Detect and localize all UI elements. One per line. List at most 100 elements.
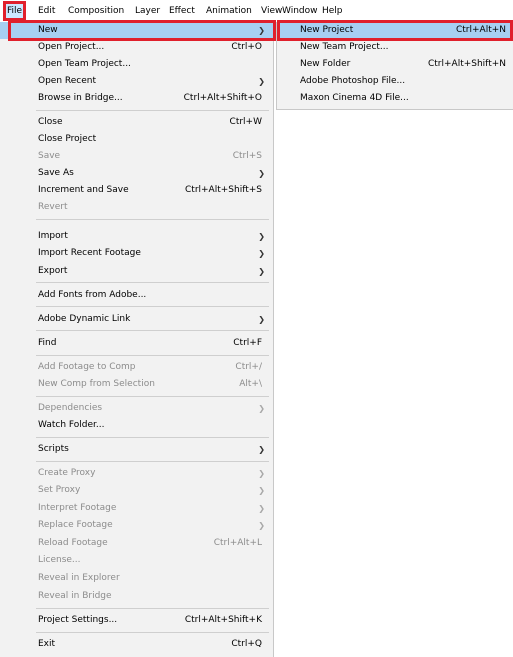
chevron-right-icon: ❯ — [258, 26, 265, 35]
menu-item-label: Revert — [38, 202, 68, 212]
menu-item-label: Open Recent — [38, 76, 97, 86]
menu-item-replace-footage[interactable]: Replace Footage ❯ — [0, 517, 274, 534]
menu-separator — [36, 306, 269, 307]
menu-item-set-proxy[interactable]: Set Proxy ❯ — [0, 482, 274, 499]
menu-item-import-recent-footage[interactable]: Import Recent Footage ❯ — [0, 245, 274, 262]
menu-item-reload-footage[interactable]: Reload Footage Ctrl+Alt+L — [0, 535, 274, 552]
menu-item-label: Interpret Footage — [38, 503, 117, 513]
menu-item-save-as[interactable]: Save As ❯ — [0, 165, 274, 182]
menu-item-shortcut: Ctrl+/ — [235, 362, 262, 372]
menu-item-shortcut: Ctrl+F — [233, 338, 262, 348]
menu-item-label: Scripts — [38, 444, 69, 454]
chevron-right-icon: ❯ — [258, 315, 265, 324]
menu-item-shortcut: Ctrl+Alt+Shift+S — [185, 185, 262, 195]
menu-item-label: Open Team Project... — [38, 59, 131, 69]
menu-item-label: New Project — [300, 25, 354, 35]
menu-item-label: Dependencies — [38, 403, 103, 413]
submenu-item-new-project[interactable]: New Project Ctrl+Alt+N — [277, 22, 513, 39]
menu-animation[interactable]: Animation — [206, 4, 252, 18]
menu-item-export[interactable]: Export ❯ — [0, 263, 274, 280]
menu-item-label: Add Footage to Comp — [38, 362, 136, 372]
menu-item-add-footage-to-comp[interactable]: Add Footage to Comp Ctrl+/ — [0, 359, 274, 376]
menu-item-project-settings[interactable]: Project Settings... Ctrl+Alt+Shift+K — [0, 612, 274, 629]
menu-item-label: Add Fonts from Adobe... — [38, 290, 147, 300]
menu-item-revert[interactable]: Revert — [0, 199, 274, 216]
menu-item-shortcut: Ctrl+Alt+Shift+N — [427, 59, 506, 69]
menu-item-dependencies[interactable]: Dependencies ❯ — [0, 400, 274, 417]
menu-item-increment-and-save[interactable]: Increment and Save Ctrl+Alt+Shift+S — [0, 182, 274, 199]
menu-item-watch-folder[interactable]: Watch Folder... — [0, 417, 274, 434]
menu-file[interactable]: File — [2, 1, 27, 21]
new-submenu: New Project Ctrl+Alt+N New Team Project.… — [276, 22, 513, 110]
menu-effect[interactable]: Effect — [169, 4, 195, 18]
menu-item-close[interactable]: Close Ctrl+W — [0, 114, 274, 131]
menu-item-interpret-footage[interactable]: Interpret Footage ❯ — [0, 500, 274, 517]
menu-item-exit[interactable]: Exit Ctrl+Q — [0, 636, 274, 653]
menu-item-new[interactable]: New ❯ — [0, 22, 274, 39]
menu-window[interactable]: Window — [282, 4, 318, 18]
menu-item-label: Save As — [38, 168, 74, 178]
menu-item-label: Adobe Photoshop File... — [300, 76, 406, 86]
menu-view[interactable]: View — [261, 4, 282, 18]
menu-separator — [36, 355, 269, 356]
menu-item-shortcut: Ctrl+W — [229, 117, 262, 127]
menu-item-create-proxy[interactable]: Create Proxy ❯ — [0, 465, 274, 482]
menu-separator — [36, 282, 269, 283]
chevron-right-icon: ❯ — [258, 486, 265, 495]
menu-item-label: Adobe Dynamic Link — [38, 314, 131, 324]
menu-item-license[interactable]: License... — [0, 552, 274, 569]
menu-item-label: Maxon Cinema 4D File... — [300, 93, 409, 103]
menu-item-shortcut: Alt+\ — [239, 379, 262, 389]
submenu-item-new-folder[interactable]: New Folder Ctrl+Alt+Shift+N — [277, 56, 513, 73]
menu-separator — [36, 437, 269, 438]
menu-item-shortcut: Ctrl+Alt+Shift+O — [183, 93, 262, 103]
menu-item-browse-in-bridge[interactable]: Browse in Bridge... Ctrl+Alt+Shift+O — [0, 90, 274, 107]
menu-item-save[interactable]: Save Ctrl+S — [0, 148, 274, 165]
menu-composition[interactable]: Composition — [68, 4, 124, 18]
menu-layer[interactable]: Layer — [135, 4, 160, 18]
menu-item-scripts[interactable]: Scripts ❯ — [0, 441, 274, 458]
menu-item-label: Set Proxy — [38, 485, 81, 495]
file-menu: New ❯ Open Project... Ctrl+O Open Team P… — [0, 22, 274, 657]
menu-item-label: Import Recent Footage — [38, 248, 141, 258]
submenu-item-maxon-cinema-4d-file[interactable]: Maxon Cinema 4D File... — [277, 90, 513, 107]
menu-item-add-fonts-from-adobe[interactable]: Add Fonts from Adobe... — [0, 287, 274, 304]
menu-item-reveal-in-bridge[interactable]: Reveal in Bridge — [0, 588, 274, 605]
menu-item-shortcut: Ctrl+S — [232, 151, 262, 161]
menu-item-open-recent[interactable]: Open Recent ❯ — [0, 73, 274, 90]
menu-item-open-project[interactable]: Open Project... Ctrl+O — [0, 39, 274, 56]
menu-item-new-comp-from-selection[interactable]: New Comp from Selection Alt+\ — [0, 376, 274, 393]
menu-item-reveal-in-explorer[interactable]: Reveal in Explorer — [0, 570, 274, 587]
submenu-item-adobe-photoshop-file[interactable]: Adobe Photoshop File... — [277, 73, 513, 90]
menu-bar: File Edit Composition Layer Effect Anima… — [0, 0, 513, 21]
menu-item-label: Project Settings... — [38, 615, 118, 625]
menu-item-label: New Team Project... — [300, 42, 389, 52]
menu-item-close-project[interactable]: Close Project — [0, 131, 274, 148]
menu-item-find[interactable]: Find Ctrl+F — [0, 335, 274, 352]
menu-separator — [36, 608, 269, 609]
menu-item-label: Close Project — [38, 134, 97, 144]
menu-separator — [36, 219, 269, 220]
menu-item-adobe-dynamic-link[interactable]: Adobe Dynamic Link ❯ — [0, 311, 274, 328]
menu-help[interactable]: Help — [322, 4, 343, 18]
menu-item-label: Replace Footage — [38, 520, 113, 530]
menu-item-import[interactable]: Import ❯ — [0, 228, 274, 245]
menu-separator — [36, 396, 269, 397]
menu-item-label: Open Project... — [38, 42, 105, 52]
menu-edit[interactable]: Edit — [38, 4, 55, 18]
menu-item-label: Save — [38, 151, 61, 161]
menu-separator — [36, 632, 269, 633]
menu-item-shortcut: Ctrl+Q — [231, 639, 262, 649]
chevron-right-icon: ❯ — [258, 404, 265, 413]
chevron-right-icon: ❯ — [258, 504, 265, 513]
menu-item-label: New Comp from Selection — [38, 379, 155, 389]
menu-item-open-team-project[interactable]: Open Team Project... — [0, 56, 274, 73]
menu-item-shortcut: Ctrl+Alt+Shift+K — [184, 615, 262, 625]
submenu-item-new-team-project[interactable]: New Team Project... — [277, 39, 513, 56]
menu-item-label: New — [38, 25, 58, 35]
menu-item-label: New Folder — [300, 59, 351, 69]
menu-item-label: Exit — [38, 639, 56, 649]
menu-item-label: Watch Folder... — [38, 420, 105, 430]
menu-separator — [36, 110, 269, 111]
menu-item-label: Reload Footage — [38, 538, 108, 548]
